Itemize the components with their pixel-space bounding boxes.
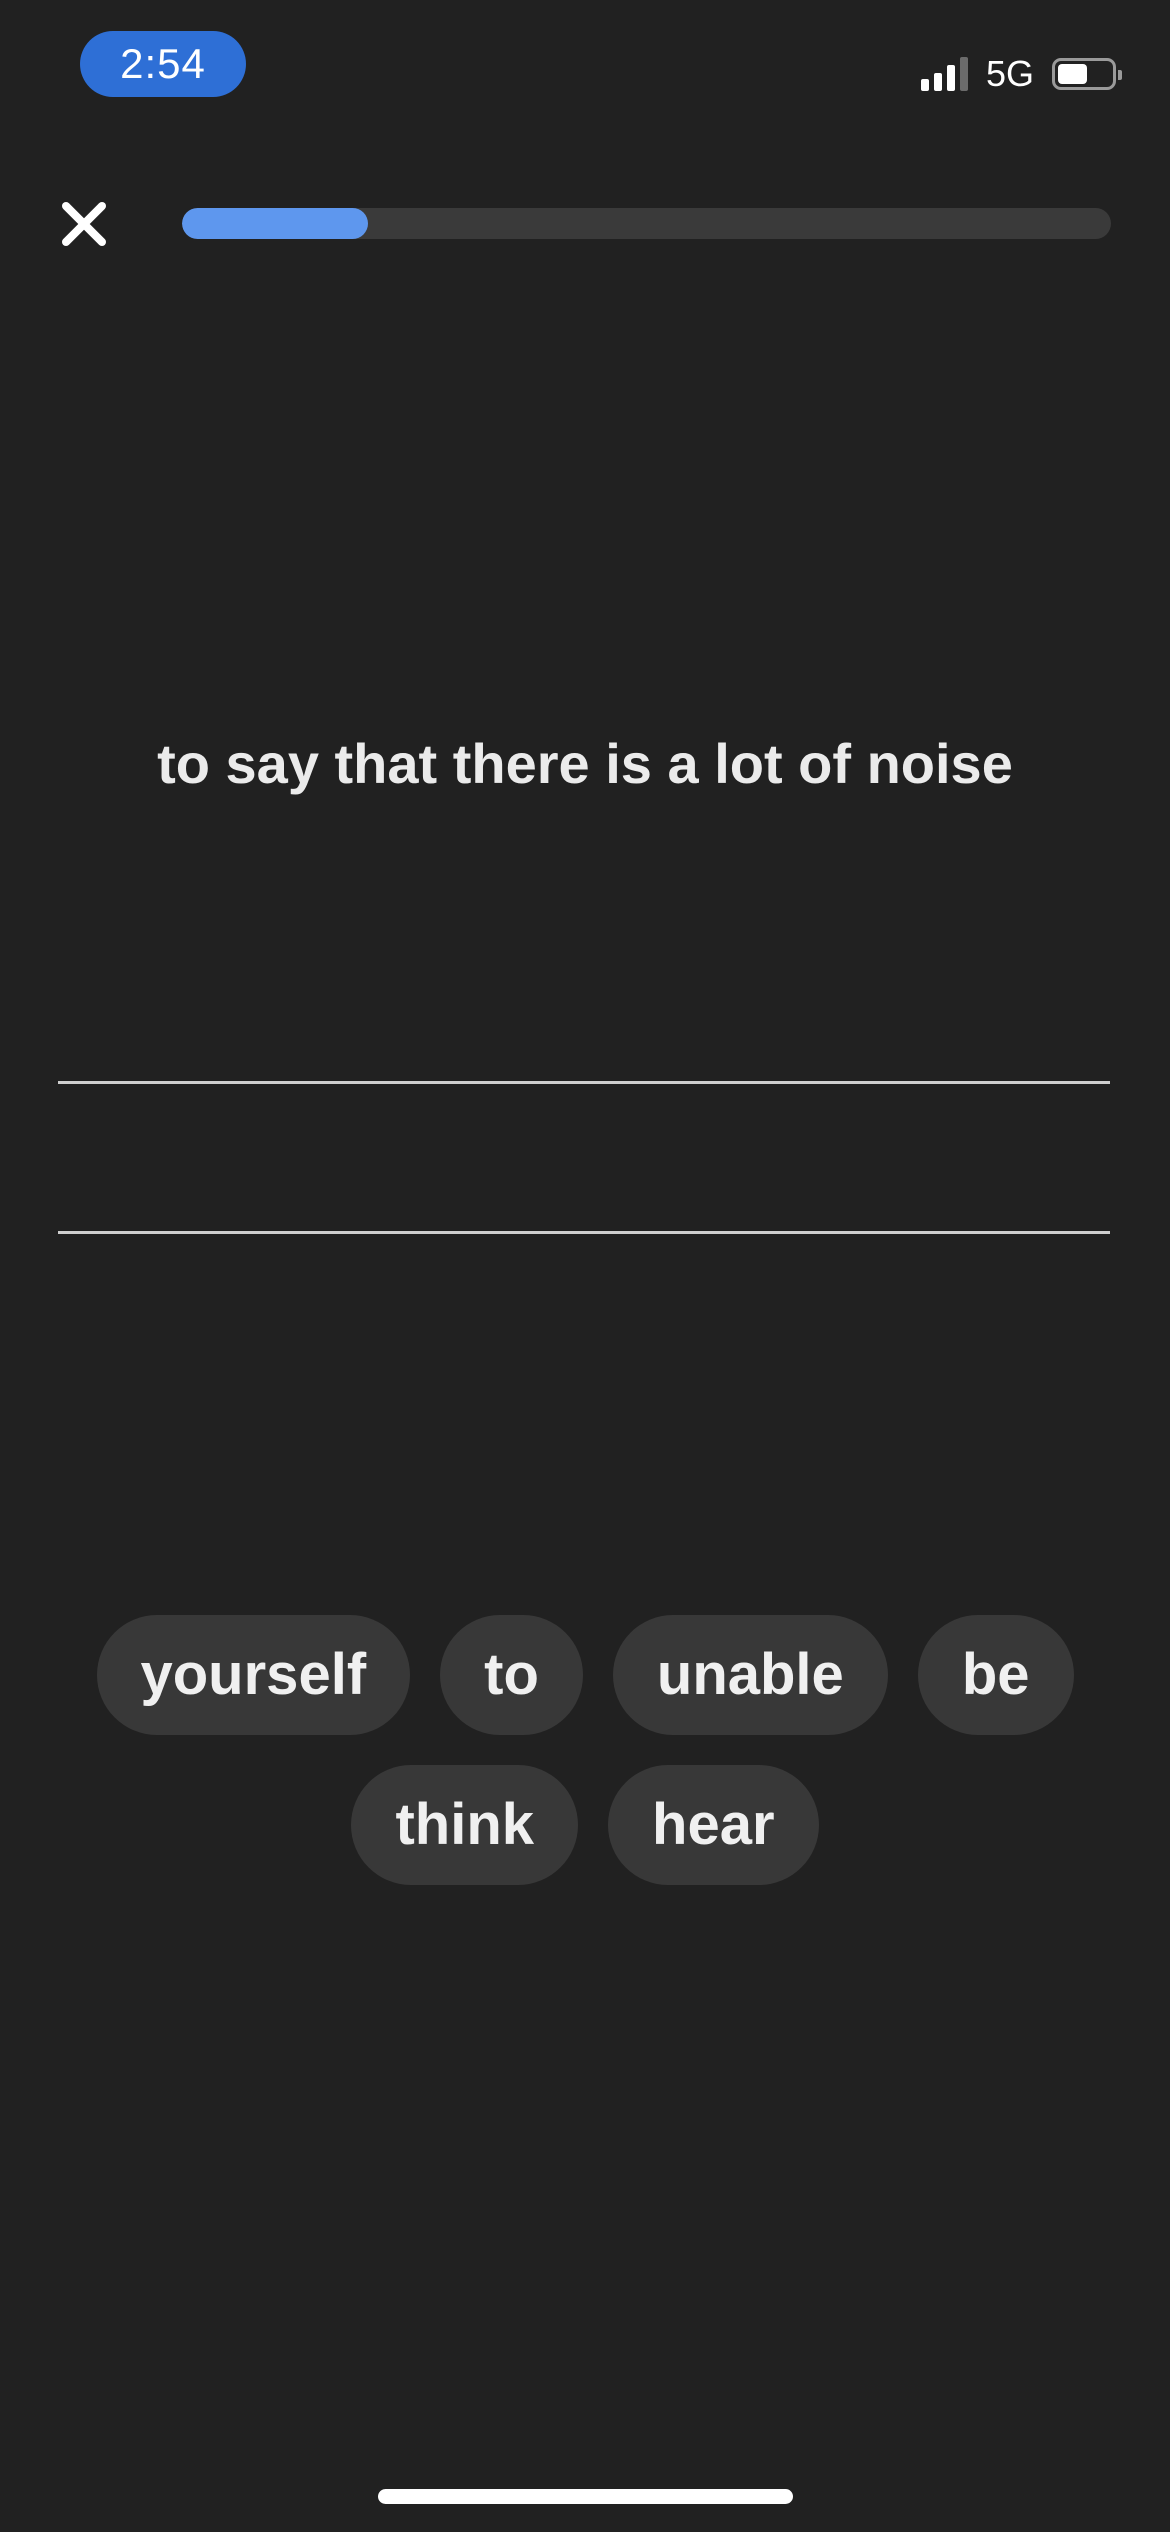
home-indicator[interactable]	[378, 2489, 793, 2504]
signal-bar	[959, 57, 968, 91]
lesson-progress-fill	[182, 208, 368, 239]
answer-line	[58, 1231, 1110, 1234]
lesson-progress-bar	[182, 208, 1111, 239]
signal-bar	[920, 79, 929, 91]
battery-icon	[1052, 58, 1122, 90]
close-button[interactable]	[52, 192, 116, 256]
status-indicators: 5G	[920, 52, 1122, 96]
word-chip-think[interactable]: think	[351, 1765, 579, 1885]
word-bank: yourself to unable be think hear	[40, 1615, 1130, 1885]
word-chip-to[interactable]: to	[440, 1615, 583, 1735]
word-chip-be[interactable]: be	[917, 1615, 1074, 1735]
signal-bar	[946, 65, 955, 91]
word-chip-yourself[interactable]: yourself	[96, 1615, 411, 1735]
battery-cap	[1118, 70, 1122, 80]
battery-level	[1058, 64, 1087, 84]
network-type: 5G	[985, 53, 1034, 94]
signal-bar	[933, 73, 942, 91]
word-chip-hear[interactable]: hear	[608, 1765, 819, 1885]
answer-area[interactable]	[58, 1000, 1110, 1240]
word-chip-unable[interactable]: unable	[612, 1615, 888, 1735]
answer-line	[58, 1081, 1110, 1084]
close-icon	[62, 202, 106, 246]
cellular-signal-icon	[920, 57, 968, 91]
prompt-text: to say that there is a lot of noise	[157, 732, 1013, 795]
status-time: 2:54	[80, 31, 246, 97]
